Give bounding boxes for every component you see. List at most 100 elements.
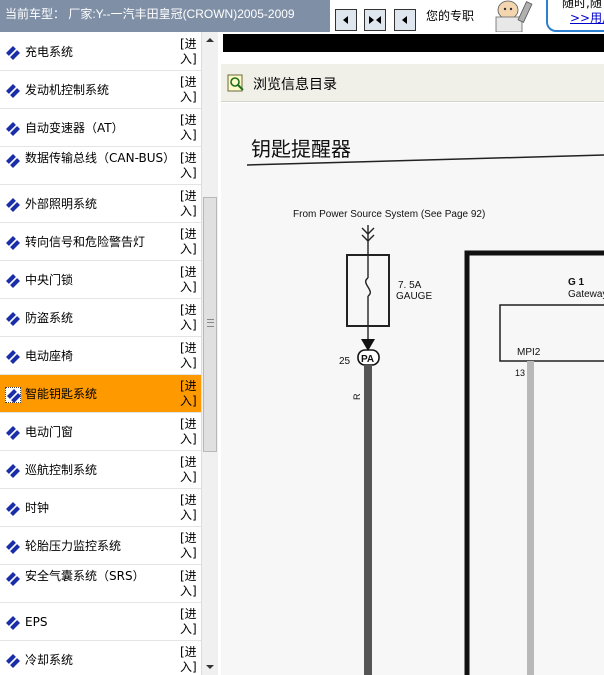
menu-item[interactable]: 中央门锁 [进入] [0,261,201,299]
diamond-pencil-icon [5,197,21,213]
menu-scrollbar[interactable] [201,32,218,675]
prev-button[interactable] [335,9,357,31]
menu-item[interactable]: 电动座椅 [进入] [0,337,201,375]
pin-number: 25 [339,356,351,367]
diamond-pencil-icon [5,463,21,479]
diamond-pencil-icon [5,311,21,327]
diamond-pencil-icon [5,571,21,587]
enter-link[interactable]: [进入] [180,341,198,371]
wire-gray [527,361,534,675]
enter-link[interactable]: [进入] [180,37,198,67]
enter-link[interactable]: [进入] [180,417,198,447]
menu-item-label: 电动门窗 [25,425,74,439]
user-link[interactable]: >>用户 [570,9,604,26]
scroll-thumb[interactable] [203,197,217,452]
diamond-pencil-icon [5,349,21,365]
scroll-down-button[interactable] [202,659,218,675]
diamond-pencil-icon [5,501,21,517]
enter-link[interactable]: [进入] [180,303,198,333]
menu-item[interactable]: 时钟 [进入] [0,489,201,527]
wire-r [364,365,372,675]
enter-link[interactable]: [进入] [180,531,198,561]
menu-item-label: 轮胎压力监控系统 [25,539,122,553]
arrow-left-icon [343,16,348,24]
diamond-pencil-icon [5,235,21,251]
menu-item[interactable]: 自动变速器（AT） [进入] [0,109,201,147]
menu-item-label: 外部照明系统 [25,197,98,211]
document-viewer: 浏览信息目录 钥匙提醒器 From Power Source System (S… [218,32,604,675]
diamond-pencil-icon [5,153,21,169]
menu-item[interactable]: 安全气囊系统（SRS） [进入] [0,565,201,603]
component-id: G 1 [568,277,585,288]
diamond-pencil-icon [5,273,21,289]
menu-item-label: 时钟 [25,501,50,515]
menu-item-label: 智能钥匙系统 [25,387,98,401]
caret-up-icon [206,38,214,42]
mechanic-mascot-icon [478,0,542,33]
menu-item-label: 防盗系统 [25,311,74,325]
menu-item[interactable]: 巡航控制系统 [进入] [0,451,201,489]
gateway-outline [464,250,604,675]
expert-label: 您的专职 [426,9,475,23]
connector-id: PA [361,354,374,365]
menu-item[interactable]: 智能钥匙系统 [进入] [0,375,201,413]
enter-link[interactable]: [进入] [180,607,198,637]
scroll-up-button[interactable] [202,32,218,48]
menu-item-label: 转向信号和危险警告灯 [25,235,146,249]
app-window: 当前车型： 厂家:Y--一汽丰田皇冠(CROWN)2005-2009 您的专职 … [0,0,604,675]
diamond-pencil-icon [5,615,21,631]
menu-item-label: 电动座椅 [25,349,74,363]
menu-item-label: 安全气囊系统（SRS） [25,569,145,583]
fuse-name: GAUGE [396,291,432,302]
double-arrow-icon [369,16,381,24]
menu-item[interactable]: 冷却系统 [进入] [0,641,201,675]
wire-color: R [352,393,362,400]
diamond-pencil-icon [5,387,21,403]
diamond-pencil-icon [5,83,21,99]
diamond-pencil-icon [5,121,21,137]
enter-link[interactable]: [进入] [180,265,198,295]
enter-link[interactable]: [进入] [180,569,198,599]
gateway-inner-box [499,304,604,362]
first-last-button[interactable] [364,9,386,31]
diamond-pencil-icon [5,45,21,61]
system-menu: 充电系统 [进入] 发动机控制系统 [进入] 自动变速器（AT） [进入] 数据传输总线（C… [0,32,218,675]
enter-link[interactable]: [进入] [180,151,198,181]
menu-item-label: 中央门锁 [25,273,74,287]
enter-link[interactable]: [进入] [180,75,198,105]
enter-link[interactable]: [进入] [180,645,198,675]
enter-link[interactable]: [进入] [180,493,198,523]
viewer-toolbar: 浏览信息目录 [221,64,604,102]
component-name: Gateway [568,289,604,300]
menu-item[interactable]: 充电系统 [进入] [0,33,201,71]
menu-item[interactable]: 数据传输总线（CAN-BUS） [进入] [0,147,201,185]
enter-link[interactable]: [进入] [180,227,198,257]
menu-item-label: 冷却系统 [25,653,74,667]
header-bar: 当前车型： 厂家:Y--一汽丰田皇冠(CROWN)2005-2009 您的专职 … [0,0,604,33]
power-source-label: From Power Source System (See Page 92) [293,209,485,220]
menu-item[interactable]: 电动门窗 [进入] [0,413,201,451]
menu-item[interactable]: 防盗系统 [进入] [0,299,201,337]
menu-item[interactable]: 轮胎压力监控系统 [进入] [0,527,201,565]
menu-item[interactable]: 外部照明系统 [进入] [0,185,201,223]
diamond-pencil-icon [5,539,21,555]
next-button[interactable] [394,9,416,31]
browse-directory-link[interactable]: 浏览信息目录 [253,74,337,94]
wiring-diagram: 钥匙提醒器 From Power Source System (See Page… [221,103,604,675]
nav-button-group [330,0,424,32]
menu-item[interactable]: 转向信号和危险警告灯 [进入] [0,223,201,261]
fuse-rating: 7. 5A [398,280,422,291]
vehicle-info: 当前车型： 厂家:Y--一汽丰田皇冠(CROWN)2005-2009 [0,0,330,32]
enter-link[interactable]: [进入] [180,189,198,219]
menu-item[interactable]: 发动机控制系统 [进入] [0,71,201,109]
magnifier-document-icon[interactable] [226,73,246,93]
menu-item-label: 发动机控制系统 [25,83,110,97]
enter-link[interactable]: [进入] [180,455,198,485]
menu-item-label: 巡航控制系统 [25,463,98,477]
diagram-title: 钥匙提醒器 [251,137,351,161]
enter-link[interactable]: [进入] [180,379,198,409]
menu-item[interactable]: EPS [进入] [0,603,201,641]
connector2-label: MPI2 [517,347,541,358]
diamond-pencil-icon [5,425,21,441]
enter-link[interactable]: [进入] [180,113,198,143]
